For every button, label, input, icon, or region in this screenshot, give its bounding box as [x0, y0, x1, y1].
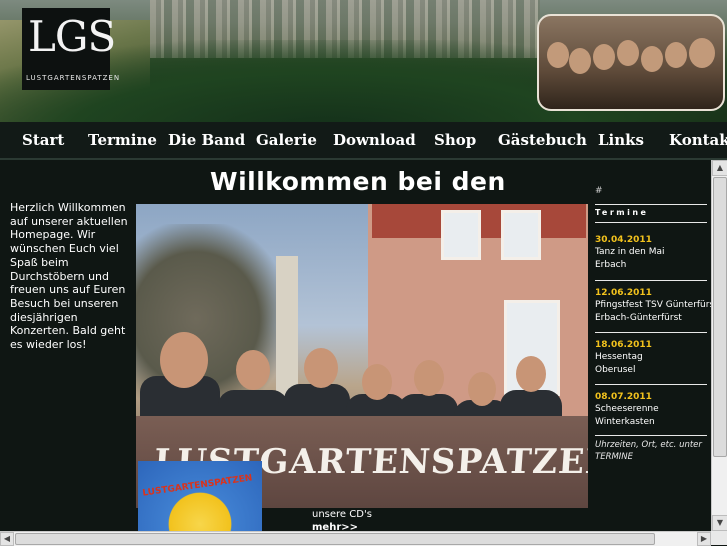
divider [595, 384, 707, 385]
photo-window [441, 210, 481, 260]
nav-item-start[interactable]: Start [22, 131, 64, 149]
event-location: Winterkasten [595, 417, 655, 427]
event-location: Erbach [595, 260, 627, 270]
event-date: 30.04.2011 [595, 235, 652, 245]
nav-item-links[interactable]: Links [598, 131, 644, 149]
event-title: Hessentag [595, 352, 643, 362]
event-title: Pfingstfest TSV Günterfürst [595, 300, 718, 310]
event-date: 08.07.2011 [595, 392, 652, 402]
event-date: 18.06.2011 [595, 340, 652, 350]
photo-face [414, 360, 444, 396]
logo-text: LGS [28, 12, 116, 61]
sidebar-note: Uhrzeiten, Ort, etc. unter TERMINE [595, 440, 702, 462]
header-banner: LGS LUSTGARTENSPATZEN [0, 0, 727, 122]
event-item[interactable]: 30.04.2011 Tanz in den Mai Erbach [595, 234, 711, 272]
scroll-corner [711, 531, 727, 545]
divider [595, 280, 707, 281]
photo-face [362, 364, 392, 400]
nav-item-kontakt[interactable]: Kontakt [669, 131, 727, 149]
divider [595, 435, 707, 436]
event-title: Scheeserenne [595, 404, 659, 414]
vertical-scroll-thumb[interactable] [713, 177, 727, 457]
event-title: Tanz in den Mai [595, 247, 665, 257]
event-item[interactable]: 08.07.2011 Scheeserenne Winterkasten [595, 391, 711, 429]
cd-logo-text: LUSTGARTENSPATZEN [141, 473, 254, 499]
event-date: 12.06.2011 [595, 288, 652, 298]
vertical-scrollbar[interactable]: ▲ ▼ [711, 160, 727, 531]
photo-face [160, 332, 208, 388]
event-location: Oberusel [595, 365, 636, 375]
divider [595, 222, 707, 223]
event-location: Erbach-Günterfürst [595, 313, 682, 323]
nav-item-shop[interactable]: Shop [434, 131, 476, 149]
photo-face [468, 372, 496, 406]
main-nav: Start Termine Die Band Galerie Download … [0, 122, 727, 160]
photo-window [501, 210, 541, 260]
photo-church-tower [276, 256, 298, 396]
cd-caption: unsere CD's [312, 509, 372, 520]
scroll-up-arrow-icon[interactable]: ▲ [712, 160, 727, 176]
scroll-down-arrow-icon[interactable]: ▼ [712, 515, 727, 531]
header-band-photo [537, 14, 725, 111]
photo-face [516, 356, 546, 392]
photo-face [236, 350, 270, 390]
nav-item-die-band[interactable]: Die Band [168, 131, 245, 149]
site-logo[interactable]: LGS LUSTGARTENSPATZEN [22, 8, 119, 90]
horizontal-scroll-thumb[interactable] [15, 533, 655, 545]
photo-face [304, 348, 338, 388]
divider [595, 332, 707, 333]
page-title: Willkommen bei den [210, 167, 506, 196]
cd-logo-image[interactable]: LUSTGARTENSPATZEN [138, 461, 262, 531]
divider [595, 204, 707, 205]
nav-item-download[interactable]: Download [333, 131, 416, 149]
scroll-right-arrow-icon[interactable]: ▶ [697, 532, 711, 546]
nav-item-gaestebuch[interactable]: Gästebuch [498, 131, 587, 149]
sidebar-heading[interactable]: Termine [595, 208, 648, 217]
event-item[interactable]: 18.06.2011 Hessentag Oberusel [595, 339, 711, 377]
horizontal-scrollbar[interactable]: ◀ ▶ [0, 531, 711, 546]
nav-item-termine[interactable]: Termine [88, 131, 157, 149]
nav-item-galerie[interactable]: Galerie [256, 131, 317, 149]
event-item[interactable]: 12.06.2011 Pfingstfest TSV Günterfürst E… [595, 287, 718, 325]
scroll-left-arrow-icon[interactable]: ◀ [0, 532, 14, 546]
welcome-text: Herzlich Willkommen auf unserer aktuelle… [10, 201, 128, 352]
logo-subtext: LUSTGARTENSPATZEN [26, 74, 121, 82]
sidebar-hash: # [595, 186, 603, 196]
